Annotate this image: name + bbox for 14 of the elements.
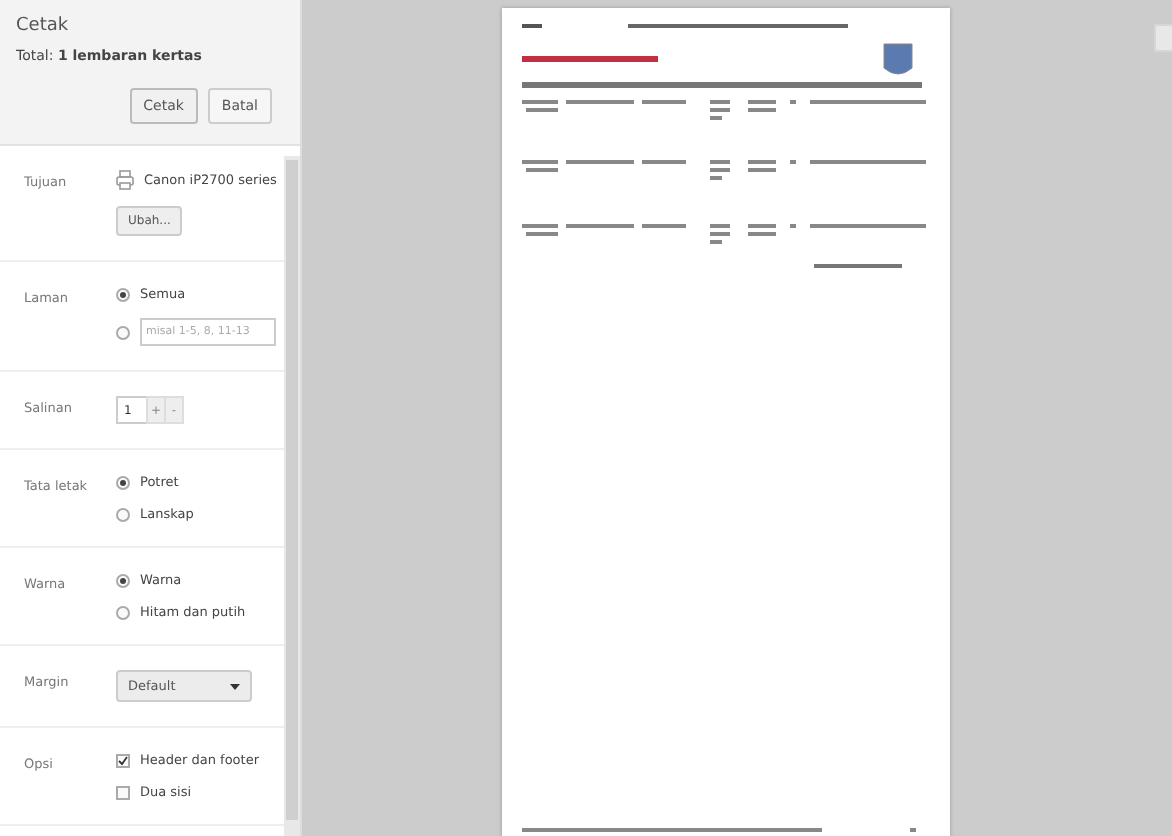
caret-icon	[230, 683, 240, 689]
radio-button[interactable]	[116, 475, 130, 489]
radio-button[interactable]	[116, 325, 130, 339]
check-icon	[118, 755, 128, 765]
printer-icon	[116, 170, 134, 190]
checkbox[interactable]	[116, 785, 130, 799]
zoom-tab[interactable]	[1154, 24, 1172, 52]
print-title: Cetak	[16, 16, 71, 36]
checkbox[interactable]	[116, 753, 130, 767]
radio-button[interactable]	[116, 507, 130, 521]
radio-button[interactable]	[116, 287, 130, 301]
radio-button[interactable]	[116, 573, 130, 587]
radio-button[interactable]	[116, 605, 130, 619]
scrollbar-thumb[interactable]	[286, 160, 298, 820]
